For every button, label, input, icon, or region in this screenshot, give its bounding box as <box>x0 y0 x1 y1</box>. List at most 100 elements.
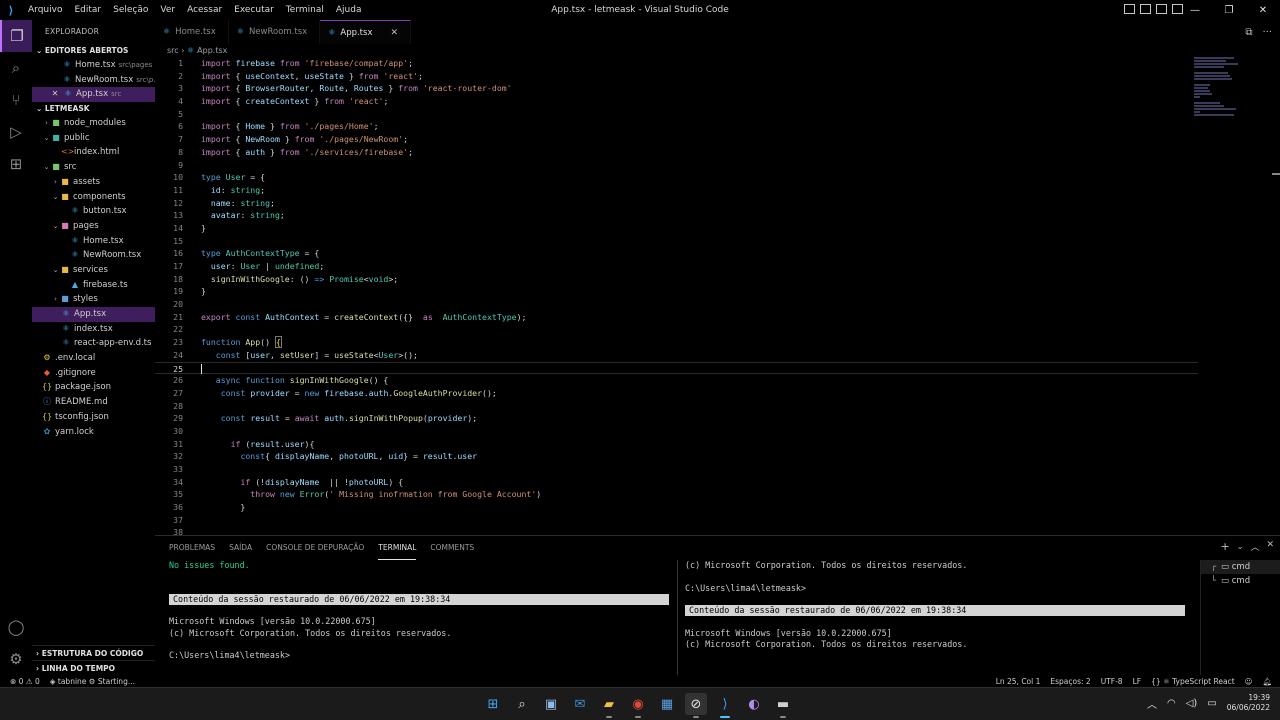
search-icon[interactable]: ⌕ <box>0 52 32 84</box>
github-icon[interactable]: ◐ <box>743 693 765 715</box>
volume-icon[interactable]: ◁) <box>1186 698 1198 709</box>
feedback-icon[interactable]: ☺ <box>1245 677 1253 686</box>
tabnine-status[interactable]: ◈ tabnine ⚙ Starting... <box>50 677 135 686</box>
close-icon[interactable]: ✕ <box>390 21 398 45</box>
tree-item[interactable]: ◆ .gitignore <box>32 366 155 381</box>
open-editors-header[interactable]: ⌄ EDITORES ABERTOS <box>32 44 155 58</box>
open-editor-item[interactable]: ⚛ Home.tsx src\pages <box>32 58 155 73</box>
encoding[interactable]: UTF-8 <box>1101 677 1123 686</box>
close-icon[interactable]: ✕ <box>1246 0 1280 20</box>
menu-item-ver[interactable]: Ver <box>154 5 181 15</box>
menu-item-executar[interactable]: Executar <box>228 5 280 15</box>
tab-problems[interactable]: PROBLEMAS <box>169 536 215 560</box>
menu-item-selecao[interactable]: Seleção <box>107 5 154 15</box>
menu-item-ajuda[interactable]: Ajuda <box>330 5 368 15</box>
terminal-left[interactable]: No issues found. Conteúdo da sessão rest… <box>169 560 669 662</box>
indentation[interactable]: Espaços: 2 <box>1050 677 1090 686</box>
chevron-up-icon[interactable]: ︿ <box>1147 696 1157 711</box>
vscode-icon[interactable]: ⟩ <box>714 693 736 718</box>
tree-item[interactable]: ⌄ ■ src <box>32 160 155 175</box>
close-icon[interactable]: ✕ <box>50 87 60 102</box>
outline-header[interactable]: › ESTRUTURA DO CÓDIGO <box>32 645 155 660</box>
terminal-right[interactable]: (c) Microsoft Corporation. Todos os dire… <box>685 560 1185 650</box>
extensions-icon[interactable]: ⊞ <box>0 148 32 180</box>
minimize-icon[interactable]: — <box>1178 0 1212 20</box>
tree-item-selected[interactable]: ⚛ App.tsx <box>32 307 155 322</box>
problems-status[interactable]: ⊗ 0 ⚠ 0 <box>10 677 40 686</box>
store-icon[interactable]: ▦ <box>656 693 678 715</box>
explorer-icon[interactable]: ❐ <box>0 20 32 52</box>
end-of-line[interactable]: LF <box>1133 677 1142 686</box>
menu-item-acessar[interactable]: Acessar <box>181 5 228 15</box>
terminal-split-divider[interactable] <box>677 560 678 676</box>
tab-app[interactable]: ⚛ App.tsx ✕ <box>320 20 412 45</box>
tree-item[interactable]: ⚛ button.tsx <box>32 204 155 219</box>
tree-item[interactable]: ▲ firebase.ts <box>32 278 155 293</box>
chevron-down-icon[interactable]: ⌄ <box>1237 540 1244 554</box>
menu-item-editar[interactable]: Editar <box>68 5 107 15</box>
toggle-sidebar-icon[interactable] <box>1124 4 1135 14</box>
menu-item-terminal[interactable]: Terminal <box>280 5 330 15</box>
tree-item[interactable]: ⌄ ■ pages <box>32 219 155 234</box>
tab-newroom[interactable]: ⚛ NewRoom.tsx <box>229 20 321 44</box>
tree-item[interactable]: › ■ assets <box>32 175 155 190</box>
tree-item[interactable]: ⌄ ■ public <box>32 131 155 146</box>
tree-item[interactable]: ✿ yarn.lock <box>32 425 155 440</box>
terminal-list-item[interactable]: └ ▭ cmd <box>1201 574 1280 588</box>
open-editor-item[interactable]: ⚛NewRoom.tsxsrc\p... <box>32 73 155 88</box>
maximize-panel-icon[interactable]: ︿ <box>1250 540 1259 554</box>
cursor-position[interactable]: Ln 25, Col 1 <box>996 677 1041 686</box>
bell-icon[interactable]: 🔔︎ <box>1262 677 1272 686</box>
restore-icon[interactable]: ❐ <box>1212 0 1246 20</box>
run-debug-icon[interactable]: ▷ <box>0 116 32 148</box>
tree-item[interactable]: › ■ styles <box>32 292 155 307</box>
tree-item[interactable]: ⌄ ■ components <box>32 190 155 205</box>
terminal-app-icon[interactable]: ⊘ <box>685 693 707 718</box>
tree-item[interactable]: {} tsconfig.json <box>32 410 155 425</box>
tree-item[interactable]: ⚛ index.tsx <box>32 322 155 337</box>
terminal-list-item[interactable]: ┌ ▭ cmd <box>1201 560 1280 574</box>
minimap[interactable] <box>1194 57 1240 137</box>
language-mode[interactable]: {} ⚛ TypeScript React <box>1151 677 1235 686</box>
tab-debug-console[interactable]: CONSOLE DE DEPURAÇÃO <box>266 536 364 560</box>
wifi-icon[interactable]: ◠ <box>1167 698 1176 709</box>
tree-item[interactable]: {} package.json <box>32 380 155 395</box>
clock[interactable]: 19:39 06/06/2022 <box>1227 693 1270 713</box>
timeline-header[interactable]: › LINHA DO TEMPO <box>32 660 155 675</box>
tree-item[interactable]: ⚙ .env.local <box>32 351 155 366</box>
more-actions-icon[interactable]: ··· <box>1262 27 1272 38</box>
tab-terminal[interactable]: TERMINAL <box>378 536 417 560</box>
widgets-icon[interactable]: ▣ <box>540 693 562 715</box>
gear-icon[interactable]: ⚙ <box>0 643 32 675</box>
tab-comments[interactable]: COMMENTS <box>430 536 474 560</box>
breadcrumb-file[interactable]: App.tsx <box>197 46 227 55</box>
tree-item[interactable]: ⌄ ■ services <box>32 263 155 278</box>
tree-item[interactable]: ⚛ NewRoom.tsx <box>32 248 155 263</box>
file-explorer-icon[interactable]: ▰ <box>598 693 620 718</box>
windows-start-icon[interactable]: ⊞ <box>482 693 504 715</box>
source-control-icon[interactable]: ⑂ <box>0 84 32 116</box>
close-panel-icon[interactable]: ✕ <box>1266 540 1274 554</box>
breadcrumb-folder[interactable]: src <box>167 46 179 55</box>
toggle-panel-icon[interactable] <box>1140 4 1151 14</box>
split-editor-icon[interactable]: ⧉ <box>1245 27 1252 38</box>
menu-item-arquivo[interactable]: Arquivo <box>22 5 68 15</box>
new-terminal-icon[interactable]: + <box>1221 540 1230 554</box>
tree-item[interactable]: ⓘ README.md <box>32 395 155 410</box>
tree-item[interactable]: ⚛ Home.tsx <box>32 234 155 249</box>
account-icon[interactable]: ◯ <box>0 611 32 643</box>
toggle-secondary-sidebar-icon[interactable] <box>1156 4 1167 14</box>
project-header[interactable]: ⌄ LETMEASK <box>32 102 155 116</box>
cmd-icon[interactable]: ▬ <box>772 693 794 718</box>
tree-item[interactable]: › ■ node_modules <box>32 116 155 131</box>
tree-item[interactable]: ⚛ react-app-env.d.ts <box>32 336 155 351</box>
tab-home[interactable]: ⚛ Home.tsx <box>155 20 229 44</box>
open-editor-item[interactable]: ✕ ⚛ App.tsx src <box>32 87 155 103</box>
battery-icon[interactable]: ▭ <box>1207 698 1216 709</box>
tree-item[interactable]: <>index.html <box>32 145 155 160</box>
chrome-icon[interactable]: ◉ <box>627 693 649 718</box>
tab-output[interactable]: SAÍDA <box>229 536 252 560</box>
code-editor[interactable]: 1 import firebase from 'firebase/compat/a… <box>155 57 1280 535</box>
mail-icon[interactable]: ✉ <box>569 693 591 715</box>
search-icon[interactable]: ⌕ <box>511 693 533 715</box>
